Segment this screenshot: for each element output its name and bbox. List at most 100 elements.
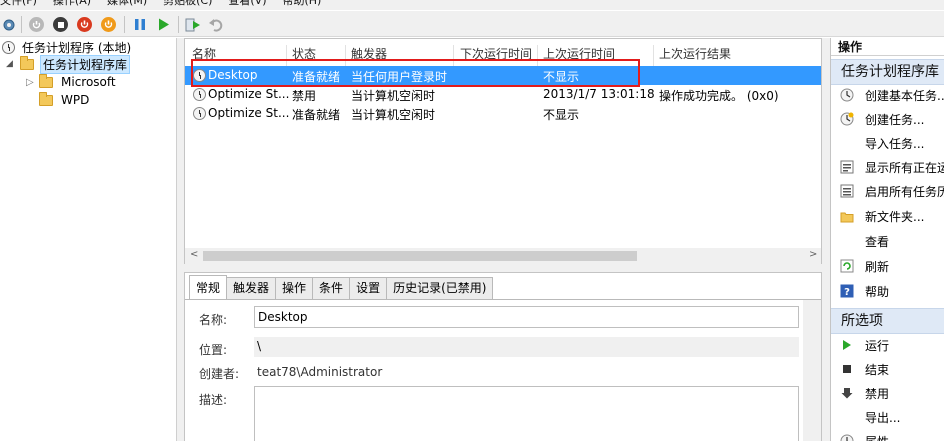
action-export[interactable]: 导出... [831,405,944,429]
running-tasks-icon [840,160,854,174]
task-trigger: 当计算机空闲时 [351,108,436,122]
action-end[interactable]: 结束 [831,357,944,381]
tree-item-wpd[interactable]: WPD [39,91,91,109]
task-row[interactable]: Optimize St... 准备就绪 当计算机空闲时 不显示 [185,104,821,123]
action-label: 导出... [865,410,901,425]
section-library[interactable]: 任务计划程序库 [831,59,944,85]
create-task-icon [840,112,854,126]
task-last-run: 2013/1/7 13:01:18 [543,87,655,101]
action-help[interactable]: ? 帮助 [831,279,944,303]
tree-item-root[interactable]: 任务计划程序 (本地) [2,38,133,56]
toolbar [0,11,944,37]
task-name: Optimize St... [208,87,290,101]
menu-action[interactable]: 操作(A) [45,0,99,10]
tab-history[interactable]: 历史记录(已禁用) [386,277,494,299]
history-icon [840,184,854,198]
svg-text:?: ? [844,287,850,298]
scrollbar-thumb[interactable] [203,251,637,261]
tree-item-library[interactable]: ◢ 任务计划程序库 [6,54,131,74]
action-import-task[interactable]: 导入任务... [831,131,944,155]
task-status: 禁用 [292,89,317,103]
action-create-task[interactable]: 创建任务... [831,107,944,131]
action-refresh[interactable]: 刷新 [831,254,944,278]
menu-bar: 文件(F) 操作(A) 媒体(M) 剪贴板(C) 查看(V) 帮助(H) [0,0,944,10]
horizontal-scrollbar[interactable]: < > [185,248,821,264]
action-label: 查看 [865,234,890,249]
action-label: 创建任务... [865,112,925,127]
run-icon[interactable] [184,16,201,33]
menu-view[interactable]: 查看(V) [220,0,274,10]
scroll-right-icon[interactable]: > [809,249,817,260]
tree-item-microsoft[interactable]: ▷ Microsoft [26,73,118,91]
splitter[interactable] [177,38,184,441]
action-enable-history[interactable]: 启用所有任务历史记录 [831,179,944,203]
properties-icon [840,434,854,441]
action-disable[interactable]: 禁用 [831,381,944,405]
section-selected-item[interactable]: 所选项 [831,308,944,334]
tab-general[interactable]: 常规 [189,275,228,299]
location-value: \ [254,337,799,357]
run-icon [840,338,854,352]
action-label: 刷新 [865,259,890,274]
gear-icon[interactable] [0,16,17,33]
tree-wpd-label: WPD [61,93,90,107]
action-show-running[interactable]: 显示所有正在运行的任务 [831,155,944,179]
reset-icon[interactable] [28,16,45,33]
menu-help[interactable]: 帮助(H) [274,0,329,10]
tree-root-label: 任务计划程序 (本地) [22,40,132,55]
tab-triggers[interactable]: 触发器 [226,277,277,299]
tab-settings[interactable]: 设置 [349,277,388,299]
tree-microsoft-label: Microsoft [61,75,116,89]
action-label: 属性 [865,433,889,441]
task-details: 常规 触发器 操作 条件 设置 历史记录(已禁用) 名称: Desktop 位置… [184,272,822,441]
name-label: 名称: [199,313,228,327]
actions-title: 操作 [831,38,944,56]
location-label: 位置: [199,343,228,357]
pause-icon[interactable] [131,16,148,33]
action-properties[interactable]: 属性 [831,429,944,441]
description-field[interactable] [254,386,799,441]
play-icon[interactable] [155,16,172,33]
action-label: 禁用 [865,386,890,401]
actions-pane: 操作 任务计划程序库 创建基本任务... 创建任务... 导入任务... 显示所… [830,38,944,441]
task-last-run: 不显示 [543,108,580,122]
folder-icon [39,91,53,106]
clock-icon [193,88,206,101]
action-run[interactable]: 运行 [831,333,944,357]
menu-clipboard[interactable]: 剪贴板(C) [155,0,220,10]
undo-icon[interactable] [207,16,224,33]
scroll-left-icon[interactable]: < [190,249,198,260]
action-label: 导入任务... [865,136,925,151]
menu-file[interactable]: 文件(F) [0,0,45,10]
refresh-icon [840,259,854,273]
chevron-right-icon[interactable]: ▷ [26,77,36,88]
author-value: teat78\Administrator [257,365,383,379]
folder-icon [20,55,34,70]
power-icon[interactable] [76,16,93,33]
disable-icon [840,386,854,400]
menu-media[interactable]: 媒体(M) [99,0,155,10]
tab-actions[interactable]: 操作 [275,277,314,299]
vertical-scrollbar[interactable] [803,300,821,441]
splitter[interactable] [184,264,822,272]
task-trigger: 当计算机空闲时 [351,89,436,103]
navigation-tree: 任务计划程序 (本地) ◢ 任务计划程序库 ▷ Microsoft WPD [0,38,177,441]
action-new-folder[interactable]: 新文件夹... [831,204,944,228]
wizard-icon [840,88,854,102]
action-label: 结束 [865,362,890,377]
name-field[interactable]: Desktop [254,306,799,328]
clock-icon [2,40,15,54]
action-view[interactable]: 查看 [831,229,944,253]
task-row[interactable]: Optimize St... 禁用 当计算机空闲时 2013/1/7 13:01… [185,85,821,104]
stop-icon[interactable] [52,16,69,33]
splitter[interactable] [822,38,830,441]
details-tabs: 常规 触发器 操作 条件 设置 历史记录(已禁用) [189,275,494,299]
new-folder-icon [840,209,854,223]
column-last-result[interactable]: 上次运行结果 [659,45,731,62]
shutdown-icon[interactable] [100,16,117,33]
task-last-result: 操作成功完成。 (0x0) [659,89,779,103]
action-create-basic-task[interactable]: 创建基本任务... [831,83,944,107]
chevron-down-icon[interactable]: ◢ [6,59,17,69]
tab-conditions[interactable]: 条件 [312,277,351,299]
description-label: 描述: [199,393,228,407]
